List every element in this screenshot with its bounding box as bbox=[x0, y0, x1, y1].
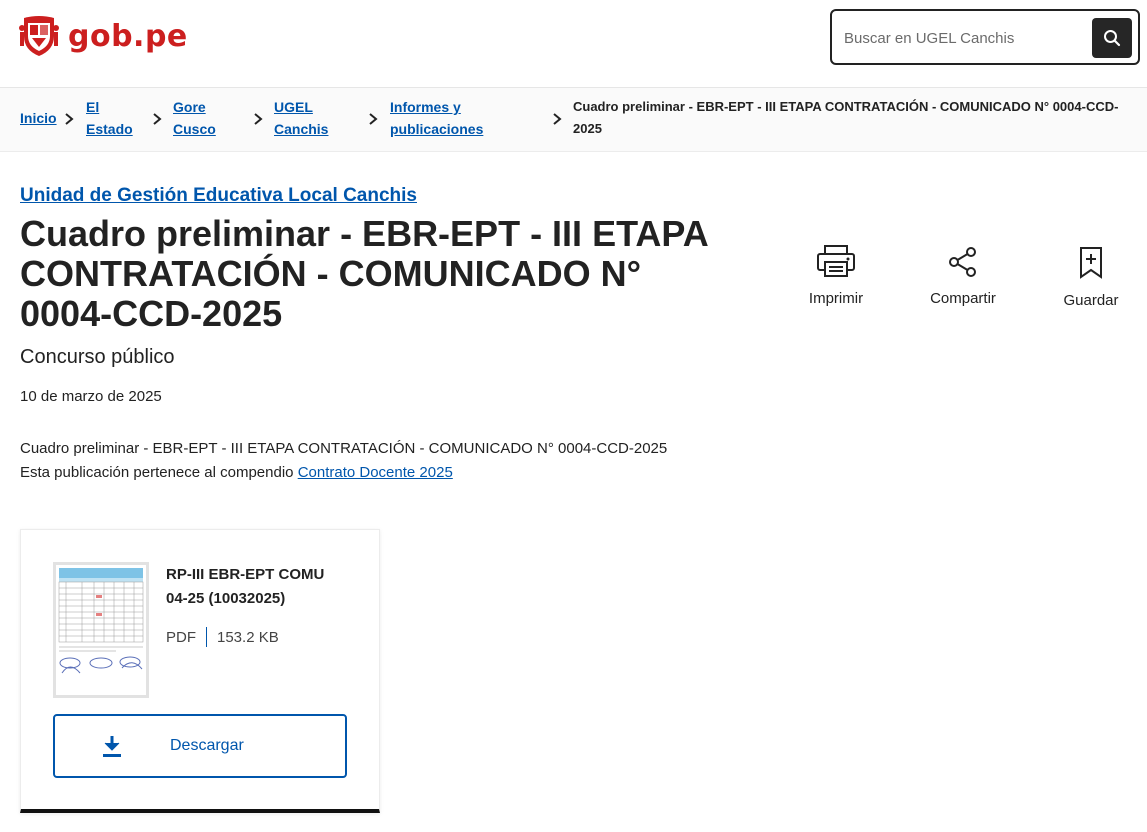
download-button[interactable]: Descargar bbox=[53, 714, 347, 778]
chevron-right-icon bbox=[369, 113, 378, 125]
share-button[interactable]: Compartir bbox=[913, 246, 1013, 307]
search-box bbox=[830, 9, 1140, 65]
gob-pe-logo[interactable]: gob.pe bbox=[18, 14, 188, 58]
page-title: Cuadro preliminar - EBR-EPT - III ETAPA … bbox=[20, 214, 740, 334]
breadcrumb-item-ugel-canchis[interactable]: UGEL Canchis bbox=[274, 96, 328, 140]
agency-link[interactable]: Unidad de Gestión Educativa Local Canchi… bbox=[20, 185, 417, 207]
compendium-line: Esta publicación pertenece al compendio … bbox=[20, 461, 667, 485]
breadcrumb-current-line: Cuadro preliminar - EBR-EPT - III ETAPA … bbox=[573, 99, 1119, 114]
chevron-right-icon bbox=[254, 113, 263, 125]
breadcrumb-link[interactable]: Inicio bbox=[20, 110, 57, 126]
description: Cuadro preliminar - EBR-EPT - III ETAPA … bbox=[20, 437, 667, 485]
document-thumbnail[interactable] bbox=[53, 562, 149, 698]
search-icon bbox=[1104, 30, 1121, 47]
file-name: RP-III EBR-EPT COMU 04-25 (10032025) bbox=[166, 563, 356, 611]
file-meta: PDF 153.2 KB bbox=[166, 627, 279, 647]
download-label: Descargar bbox=[170, 737, 244, 754]
chevron-right-icon bbox=[153, 113, 162, 125]
publication-date: 10 de marzo de 2025 bbox=[20, 388, 162, 405]
breadcrumb-link[interactable]: Estado bbox=[86, 121, 133, 137]
logo-text: gob.pe bbox=[68, 18, 188, 54]
chevron-right-icon bbox=[553, 113, 562, 125]
page-subtitle: Concurso público bbox=[20, 346, 175, 368]
save-label: Guardar bbox=[1063, 292, 1119, 309]
compendium-prefix: Esta publicación pertenece al compendio bbox=[20, 464, 298, 481]
download-icon bbox=[103, 736, 121, 757]
breadcrumb-link[interactable]: Canchis bbox=[274, 121, 328, 137]
search-button[interactable] bbox=[1092, 18, 1132, 58]
peru-coat-of-arms-icon bbox=[19, 16, 59, 56]
printer-icon bbox=[817, 245, 855, 277]
breadcrumb-link[interactable]: publicaciones bbox=[390, 121, 483, 137]
share-label: Compartir bbox=[930, 290, 996, 307]
breadcrumb-link[interactable]: Gore bbox=[173, 99, 206, 115]
file-name-line: RP-III EBR-EPT COMU bbox=[166, 566, 325, 583]
file-card: RP-III EBR-EPT COMU 04-25 (10032025) PDF… bbox=[20, 529, 380, 813]
breadcrumb-item-gore-cusco[interactable]: Gore Cusco bbox=[173, 96, 216, 140]
description-text: Cuadro preliminar - EBR-EPT - III ETAPA … bbox=[20, 440, 668, 457]
title-line: 0004-CCD-2025 bbox=[20, 293, 283, 334]
print-button[interactable]: Imprimir bbox=[786, 244, 886, 307]
breadcrumb-link[interactable]: El bbox=[86, 99, 99, 115]
search-input[interactable] bbox=[844, 23, 1084, 53]
breadcrumb-item-informes[interactable]: Informes y publicaciones bbox=[390, 96, 483, 140]
document-preview-icon bbox=[56, 565, 146, 695]
save-button[interactable]: Guardar bbox=[1041, 246, 1141, 309]
breadcrumb-item-inicio[interactable]: Inicio bbox=[20, 107, 57, 129]
breadcrumb-link[interactable]: UGEL bbox=[274, 99, 313, 115]
breadcrumb-current-line: 2025 bbox=[573, 121, 602, 136]
title-line: CONTRATACIÓN - COMUNICADO N° bbox=[20, 253, 641, 294]
meta-divider bbox=[206, 627, 207, 647]
file-type: PDF bbox=[166, 628, 196, 646]
file-size: 153.2 KB bbox=[217, 628, 279, 646]
compendium-link[interactable]: Contrato Docente 2025 bbox=[298, 464, 453, 481]
bookmark-add-icon bbox=[1080, 247, 1102, 279]
share-icon bbox=[949, 247, 976, 277]
breadcrumb-current: Cuadro preliminar - EBR-EPT - III ETAPA … bbox=[573, 96, 1118, 140]
file-name-line: 04-25 (10032025) bbox=[166, 590, 286, 607]
breadcrumb-link[interactable]: Cusco bbox=[173, 121, 216, 137]
breadcrumb-item-el-estado[interactable]: El Estado bbox=[86, 96, 133, 140]
breadcrumb-link[interactable]: Informes y bbox=[390, 99, 461, 115]
print-label: Imprimir bbox=[808, 290, 864, 307]
site-header: gob.pe bbox=[0, 0, 1147, 88]
chevron-right-icon bbox=[65, 113, 74, 125]
breadcrumb: Inicio El Estado Gore Cusco UGEL Canchis… bbox=[0, 88, 1147, 152]
title-line: Cuadro preliminar - EBR-EPT - III ETAPA bbox=[20, 213, 709, 254]
